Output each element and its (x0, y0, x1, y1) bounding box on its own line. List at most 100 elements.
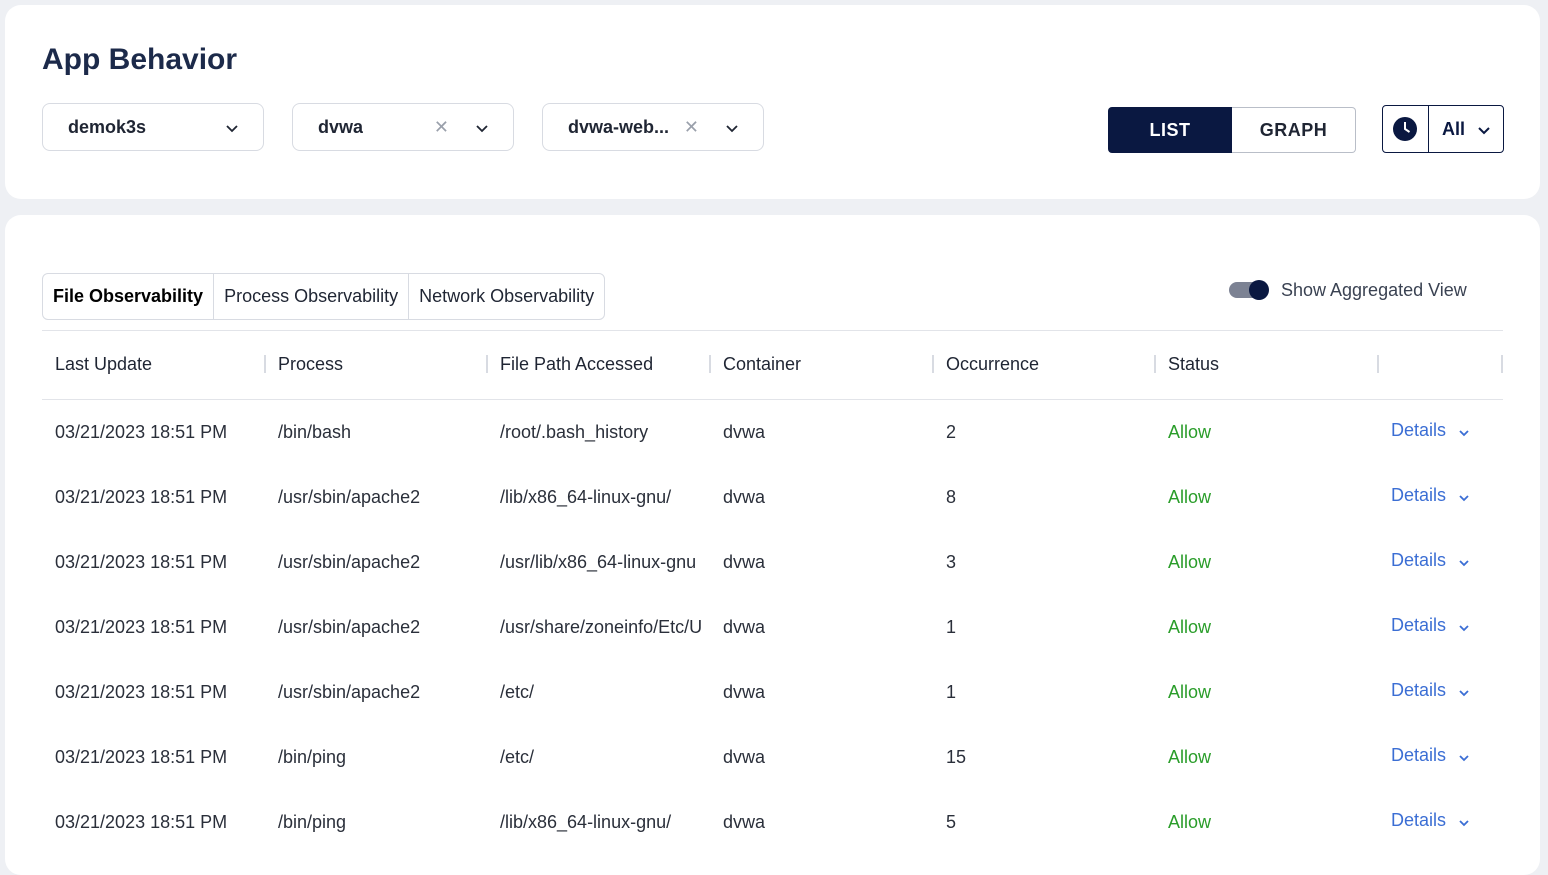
details-label: Details (1391, 745, 1447, 765)
observability-card: File Observability Process Observability… (5, 215, 1540, 875)
chevron-down-icon (1459, 819, 1469, 826)
cell-file-path: /usr/lib/x86_64-linux-gnu (500, 552, 697, 572)
status-badge: Allow (1168, 617, 1212, 637)
cluster-select[interactable]: demok3s (42, 103, 264, 151)
column-header-container[interactable]: Container (723, 354, 801, 375)
cell-occurrence: 1 (946, 617, 957, 637)
cell-container: dvwa (723, 682, 766, 702)
chevron-down-icon (476, 125, 488, 133)
column-separator (709, 355, 711, 373)
cell-last-update: 03/21/2023 18:51 PM (55, 552, 228, 572)
details-button[interactable]: Details (1391, 810, 1470, 831)
divider (42, 330, 1503, 331)
namespace-select-value: dvwa (318, 116, 364, 137)
time-range-value: All (1442, 118, 1466, 139)
status-badge: Allow (1168, 682, 1212, 702)
view-toggle: LIST GRAPH (1108, 107, 1356, 153)
aggregated-view-control: Show Aggregated View (1229, 279, 1467, 301)
cell-last-update: 03/21/2023 18:51 PM (55, 812, 228, 832)
tab-network-observability[interactable]: Network Observability (409, 274, 604, 319)
graph-view-button[interactable]: GRAPH (1232, 107, 1356, 153)
status-badge: Allow (1168, 552, 1212, 572)
status-badge: Allow (1168, 487, 1212, 507)
cell-last-update: 03/21/2023 18:51 PM (55, 682, 228, 702)
cell-file-path: /usr/share/zoneinfo/Etc/U (500, 617, 703, 637)
chevron-down-icon (1478, 127, 1490, 135)
status-badge: Allow (1168, 747, 1212, 767)
cell-occurrence: 8 (946, 487, 957, 507)
column-header-process[interactable]: Process (278, 354, 343, 375)
chevron-down-icon (1459, 689, 1469, 696)
workload-select-value: dvwa-web... (568, 116, 670, 137)
cell-occurrence: 15 (946, 747, 967, 767)
tab-process-observability[interactable]: Process Observability (214, 274, 410, 319)
table-row: 03/21/2023 18:51 PM /usr/sbin/apache2 /e… (42, 660, 1503, 725)
cell-last-update: 03/21/2023 18:51 PM (55, 617, 228, 637)
cell-process: /usr/sbin/apache2 (278, 552, 421, 572)
time-range-select[interactable]: All (1382, 105, 1504, 153)
cell-occurrence: 1 (946, 682, 957, 702)
chevron-down-icon (226, 125, 238, 133)
column-header-file-path[interactable]: File Path Accessed (500, 354, 653, 375)
details-label: Details (1391, 615, 1447, 635)
table-row: 03/21/2023 18:51 PM /usr/sbin/apache2 /l… (42, 465, 1503, 530)
clock-icon (1393, 117, 1417, 141)
tab-file-observability[interactable]: File Observability (43, 274, 215, 319)
table-row: 03/21/2023 18:51 PM /bin/ping /lib/x86_6… (42, 790, 1503, 855)
cell-last-update: 03/21/2023 18:51 PM (55, 422, 228, 442)
cell-process: /usr/sbin/apache2 (278, 682, 421, 702)
cell-file-path: /lib/x86_64-linux-gnu/ (500, 487, 672, 507)
details-button[interactable]: Details (1391, 485, 1470, 506)
cell-file-path: /etc/ (500, 747, 535, 767)
cell-process: /bin/ping (278, 747, 347, 767)
details-label: Details (1391, 420, 1447, 440)
column-separator (264, 355, 266, 373)
cell-file-path: /lib/x86_64-linux-gnu/ (500, 812, 672, 832)
chevron-down-icon (726, 125, 738, 133)
column-header-status[interactable]: Status (1168, 354, 1219, 375)
details-button[interactable]: Details (1391, 420, 1470, 441)
column-separator (932, 355, 934, 373)
details-button[interactable]: Details (1391, 745, 1470, 766)
column-header-last-update[interactable]: Last Update (55, 354, 152, 375)
details-button[interactable]: Details (1391, 680, 1470, 701)
chevron-down-icon (1459, 429, 1469, 436)
page-title: App Behavior (42, 43, 238, 76)
chevron-down-icon (1459, 754, 1469, 761)
details-button[interactable]: Details (1391, 615, 1470, 636)
cell-file-path: /etc/ (500, 682, 535, 702)
toggle-knob (1249, 280, 1269, 300)
close-icon[interactable]: ✕ (434, 117, 449, 138)
table-row: 03/21/2023 18:51 PM /bin/ping /etc/ dvwa… (42, 725, 1503, 790)
list-view-button[interactable]: LIST (1108, 107, 1232, 153)
chevron-down-icon (1459, 624, 1469, 631)
cell-occurrence: 5 (946, 812, 957, 832)
divider (1428, 106, 1429, 152)
details-label: Details (1391, 550, 1447, 570)
details-button[interactable]: Details (1391, 550, 1470, 571)
cell-container: dvwa (723, 552, 766, 572)
cell-container: dvwa (723, 617, 766, 637)
aggregated-view-toggle[interactable] (1229, 279, 1269, 301)
status-badge: Allow (1168, 422, 1212, 442)
workload-select[interactable]: dvwa-web... ✕ (542, 103, 764, 151)
details-label: Details (1391, 810, 1447, 830)
chevron-down-icon (1459, 494, 1469, 501)
chevron-down-icon (1459, 559, 1469, 566)
column-separator (1377, 355, 1379, 373)
cell-file-path: /root/.bash_history (500, 422, 649, 442)
table-row: 03/21/2023 18:51 PM /usr/sbin/apache2 /u… (42, 530, 1503, 595)
close-icon[interactable]: ✕ (684, 117, 699, 138)
cell-occurrence: 3 (946, 552, 957, 572)
namespace-select[interactable]: dvwa ✕ (292, 103, 514, 151)
cell-process: /usr/sbin/apache2 (278, 487, 421, 507)
column-header-occurrence[interactable]: Occurrence (946, 354, 1039, 375)
cluster-select-value: demok3s (68, 116, 147, 137)
cell-container: dvwa (723, 487, 766, 507)
cell-process: /bin/ping (278, 812, 347, 832)
cell-last-update: 03/21/2023 18:51 PM (55, 487, 228, 507)
table-row: 03/21/2023 18:51 PM /bin/bash /root/.bas… (42, 400, 1503, 465)
details-label: Details (1391, 485, 1447, 505)
status-badge: Allow (1168, 812, 1212, 832)
cell-occurrence: 2 (946, 422, 957, 442)
